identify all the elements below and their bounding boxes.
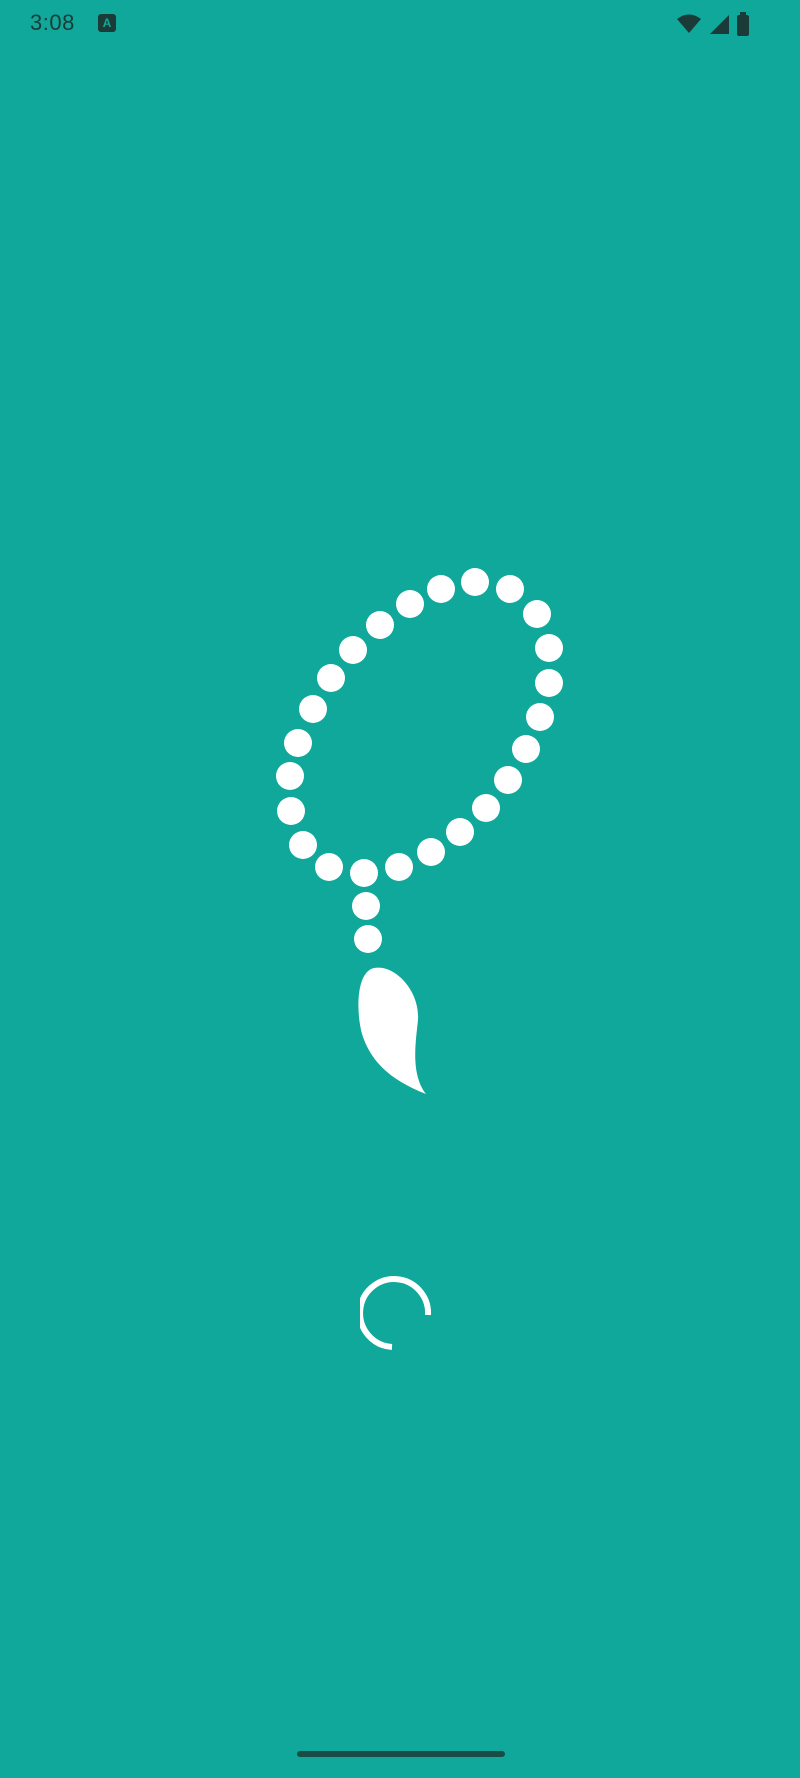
signal-icon: [710, 15, 729, 34]
status-time: 3:08: [30, 10, 75, 35]
prayer-beads-icon: [276, 568, 563, 1094]
battery-icon: [737, 12, 749, 36]
tassel: [358, 967, 426, 1094]
a-icon: A: [98, 14, 116, 32]
spinner-icon: [360, 1276, 432, 1350]
status-bar: 3:08 A: [0, 0, 800, 48]
wifi-icon: [677, 14, 701, 33]
navigation-handle[interactable]: [297, 1751, 505, 1757]
beads: [276, 568, 563, 953]
status-icons: [676, 12, 750, 36]
